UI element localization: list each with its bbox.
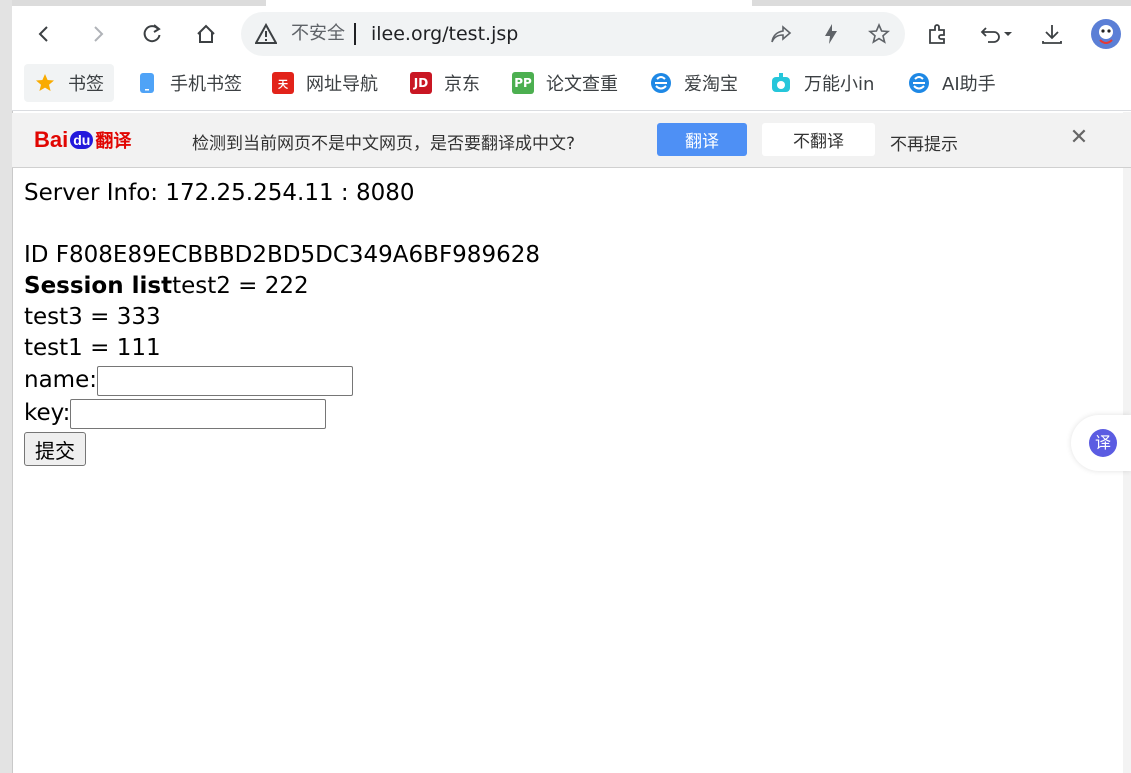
- warning-icon[interactable]: [255, 23, 277, 45]
- bookmark-label: 论文查重: [546, 74, 618, 95]
- back-arrow-icon: [38, 26, 48, 42]
- robot-icon: [770, 72, 792, 94]
- bookmark-item-mobile[interactable]: 手机书签: [136, 64, 242, 102]
- never-show-link[interactable]: 不再提示: [890, 130, 958, 155]
- key-input[interactable]: [70, 398, 327, 429]
- bookmark-label: 京东: [444, 74, 480, 95]
- extensions-button[interactable]: [922, 18, 954, 50]
- forward-button[interactable]: [82, 18, 114, 50]
- name-row: name:: [24, 364, 540, 397]
- page-content: Server Info: 172.25.254.11 : 8080 ID F80…: [24, 178, 540, 467]
- home-icon: [197, 24, 215, 43]
- bookmark-item-ai-assistant[interactable]: AI助手: [908, 64, 996, 102]
- lightning-icon[interactable]: [819, 22, 843, 46]
- home-button[interactable]: [190, 18, 222, 50]
- avatar-icon: [1091, 19, 1121, 49]
- download-icon: [1042, 25, 1062, 44]
- bookmark-item-jd[interactable]: JD 京东: [410, 64, 480, 102]
- reload-icon: [143, 24, 161, 43]
- profile-avatar[interactable]: [1090, 18, 1122, 50]
- translate-icon: 译: [1089, 429, 1117, 457]
- undo-menu-button[interactable]: [976, 18, 1020, 50]
- session-item: test2 = 222: [172, 273, 309, 299]
- e-browser-icon: [908, 72, 930, 94]
- bookmark-label: AI助手: [942, 74, 996, 95]
- url-text[interactable]: ilee.org/test.jsp: [371, 22, 518, 46]
- translate-prompt-text: 检测到当前网页不是中文网页，是否要翻译成中文?: [192, 134, 576, 154]
- no-translate-button[interactable]: 不翻译: [762, 123, 875, 156]
- session-list: Session listtest2 = 222: [24, 271, 540, 302]
- bookmark-item-wanneng[interactable]: 万能小in: [770, 64, 874, 102]
- bookmark-item-bookmarks[interactable]: 书签: [24, 64, 114, 102]
- server-info: Server Info: 172.25.254.11 : 8080: [24, 180, 415, 206]
- extension-puzzle-icon: [929, 24, 945, 44]
- bookmark-item-nav[interactable]: 天 网址导航: [272, 64, 378, 102]
- bookmark-label: 爱淘宝: [684, 74, 738, 95]
- bookmark-label: 手机书签: [170, 74, 242, 95]
- undo-dropdown-icon: [980, 27, 1012, 43]
- submit-button[interactable]: 提交: [24, 432, 86, 466]
- omnibox-separator: [354, 23, 356, 45]
- close-icon[interactable]: ✕: [1067, 125, 1091, 150]
- baidu-translate-logo: Bai du 翻译: [34, 127, 132, 152]
- back-button[interactable]: [28, 18, 60, 50]
- session-item: test1 = 111: [24, 335, 161, 361]
- share-icon[interactable]: [769, 22, 793, 46]
- bookmark-label: 网址导航: [306, 74, 378, 95]
- session-list-heading: Session list: [24, 273, 173, 299]
- bookmark-item-paper-check[interactable]: PP 论文查重: [512, 64, 618, 102]
- key-row: key:: [24, 397, 540, 430]
- session-id: ID F808E89ECBBBD2BD5DC349A6BF989628: [24, 242, 540, 268]
- jd-icon: JD: [410, 72, 432, 94]
- tianji-nav-icon: 天: [272, 72, 294, 94]
- bookmark-item-aitaobao[interactable]: 爱淘宝: [650, 64, 738, 102]
- name-input[interactable]: [96, 365, 353, 396]
- session-item: test3 = 333: [24, 304, 161, 330]
- pp-icon: PP: [512, 72, 534, 94]
- floating-translate-button[interactable]: 译: [1071, 415, 1131, 471]
- bookmarks-bar: 书签 手机书签 天 网址导航 JD 京东 PP 论文查重 爱淘宝 万能小in A…: [12, 62, 1131, 111]
- forward-arrow-icon: [94, 26, 104, 42]
- download-button[interactable]: [1036, 18, 1068, 50]
- address-bar[interactable]: 不安全 ilee.org/test.jsp: [241, 12, 905, 56]
- browser-toolbar: 不安全 ilee.org/test.jsp: [12, 6, 1131, 62]
- bookmark-label: 万能小in: [804, 74, 875, 95]
- key-label: key:: [24, 400, 71, 426]
- star-icon: [34, 72, 56, 94]
- phone-icon: [136, 72, 158, 94]
- translate-button[interactable]: 翻译: [657, 123, 747, 156]
- reload-button[interactable]: [136, 18, 168, 50]
- translate-bar: Bai du 翻译 检测到当前网页不是中文网页，是否要翻译成中文? 翻译 不翻译…: [12, 113, 1131, 168]
- bookmark-label: 书签: [68, 74, 104, 95]
- name-label: name:: [24, 367, 97, 393]
- star-bookmark-icon[interactable]: [867, 22, 891, 46]
- e-browser-icon: [650, 72, 672, 94]
- not-secure-label[interactable]: 不安全: [291, 23, 345, 45]
